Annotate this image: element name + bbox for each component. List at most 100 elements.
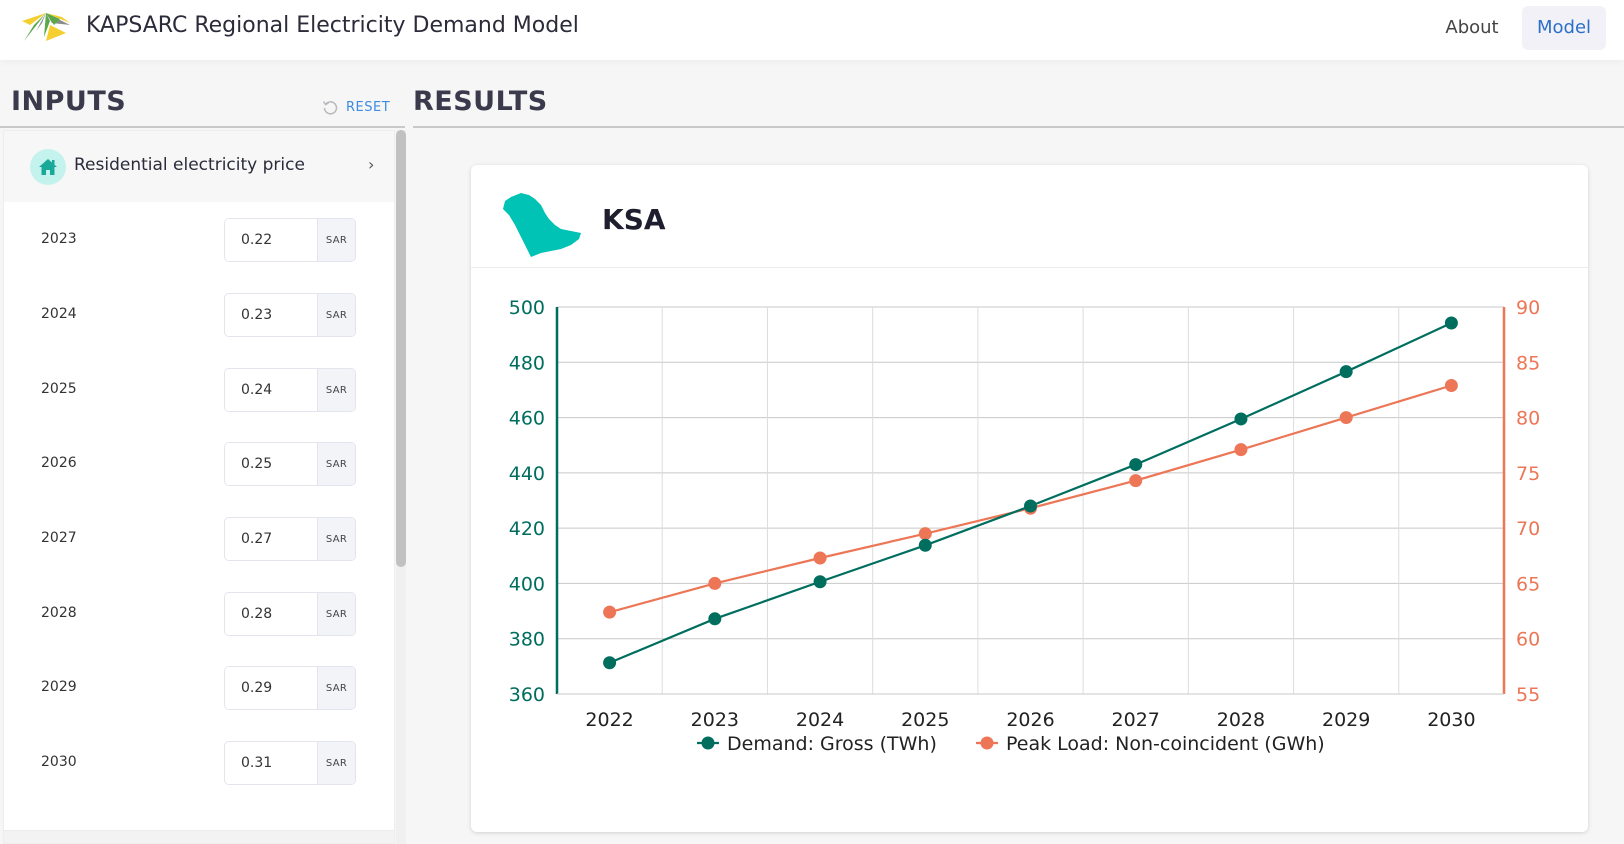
data-point-peak-load [813,551,827,565]
x-tick-label: 2022 [585,709,633,731]
x-tick-label: 2027 [1112,709,1160,731]
x-tick-label: 2024 [796,709,844,731]
data-point-demand [918,538,932,552]
data-point-demand [603,656,617,670]
price-input-group: SAR [224,368,356,412]
data-point-demand [813,575,827,589]
input-row-2026: 2026 SAR [4,442,394,515]
unit-label: SAR [317,369,355,411]
legend-label: Demand: Gross (TWh) [727,733,937,755]
y-right-tick-label: 65 [1516,573,1540,595]
unit-label: SAR [317,443,355,485]
house-icon-badge [30,149,66,185]
data-point-peak-load [1129,474,1143,488]
reset-button[interactable]: RESET [322,96,390,118]
price-input-group: SAR [224,592,356,636]
x-tick-label: 2029 [1322,709,1370,731]
input-row-2025: 2025 SAR [4,368,394,441]
unit-label: SAR [317,593,355,635]
price-input-2030[interactable] [225,742,317,784]
next-accordion-peek[interactable] [4,830,394,843]
row-year: 2028 [41,605,77,621]
x-tick-label: 2026 [1006,709,1054,731]
data-point-peak-load [603,605,617,619]
price-input-2029[interactable] [225,667,317,709]
y-left-tick-label: 460 [509,408,545,430]
accordion-title: Residential electricity price [74,155,305,175]
legend-demand: Demand: Gross (TWh) [697,733,937,755]
data-point-peak-load [1234,443,1248,457]
y-left-tick-label: 480 [509,352,545,374]
data-point-demand [1339,365,1353,379]
row-year: 2023 [41,231,77,247]
data-point-peak-load [1339,411,1353,425]
x-tick-label: 2028 [1217,709,1265,731]
results-card-header: KSA [471,165,1588,268]
input-row-2027: 2027 SAR [4,517,394,590]
reset-icon [322,101,338,115]
nav-model-link[interactable]: Model [1522,6,1606,50]
y-right-tick-label: 75 [1516,463,1540,485]
results-chart: 360 380 400 420 440 460 480 500 55 60 65 70 75 80 85 90… [509,297,1540,755]
price-input-2027[interactable] [225,518,317,560]
results-divider [413,126,1624,128]
data-point-demand [1444,316,1458,330]
row-year: 2029 [41,679,77,695]
kapsarc-logo-icon[interactable] [20,11,72,43]
inputs-panel: Residential electricity price › 2023 SAR… [3,130,395,844]
legend-marker [980,736,994,750]
price-input-group: SAR [224,293,356,337]
ksa-map-icon [503,193,581,257]
price-input-2025[interactable] [225,369,317,411]
chevron-right-icon[interactable]: › [368,155,374,174]
data-point-peak-load [918,527,932,541]
row-year: 2025 [41,381,77,397]
price-input-2023[interactable] [225,219,317,261]
x-tick-label: 2030 [1427,709,1475,731]
inputs-divider [0,126,405,128]
series-line-demand [609,322,1452,664]
row-year: 2024 [41,306,77,322]
results-card: KSA 360 380 400 420 440 460 480 500 55 60 65 70 75 80… [471,165,1588,832]
app-title: KAPSARC Regional Electricity Demand Mode… [86,13,579,38]
input-row-2028: 2028 SAR [4,592,394,665]
y-right-tick-label: 70 [1516,518,1540,540]
price-input-group: SAR [224,442,356,486]
inputs-scrollbar-thumb[interactable] [396,130,406,567]
x-tick-label: 2025 [901,709,949,731]
y-left-tick-label: 400 [509,573,545,595]
input-row-2023: 2023 SAR [4,218,394,291]
top-navbar: KAPSARC Regional Electricity Demand Mode… [0,0,1624,60]
data-point-demand [708,612,722,626]
nav-about-link[interactable]: About [1432,8,1512,48]
price-input-2024[interactable] [225,294,317,336]
price-input-group: SAR [224,218,356,262]
row-year: 2030 [41,754,77,770]
accordion-residential-electricity-price[interactable]: Residential electricity price › [4,131,394,202]
unit-label: SAR [317,667,355,709]
price-input-2028[interactable] [225,593,317,635]
y-right-tick-label: 90 [1516,297,1540,319]
input-row-2029: 2029 SAR [4,666,394,739]
y-right-tick-label: 60 [1516,629,1540,651]
y-right-tick-label: 85 [1516,352,1540,374]
price-input-group: SAR [224,666,356,710]
data-point-peak-load [1444,379,1458,393]
price-input-group: SAR [224,741,356,785]
row-year: 2027 [41,530,77,546]
house-icon [39,159,57,175]
y-left-tick-label: 420 [509,518,545,540]
legend-label: Peak Load: Non-coincident (GWh) [1006,733,1325,755]
unit-label: SAR [317,518,355,560]
input-row-2030: 2030 SAR [4,741,394,814]
legend-peak-load: Peak Load: Non-coincident (GWh) [976,733,1325,755]
price-input-group: SAR [224,517,356,561]
series-line-peak-load [609,384,1452,614]
inputs-heading: INPUTS [11,86,127,117]
results-heading: RESULTS [413,86,548,117]
y-right-tick-label: 80 [1516,408,1540,430]
data-point-demand [1129,458,1143,472]
y-left-tick-label: 440 [509,463,545,485]
unit-label: SAR [317,294,355,336]
price-input-2026[interactable] [225,443,317,485]
